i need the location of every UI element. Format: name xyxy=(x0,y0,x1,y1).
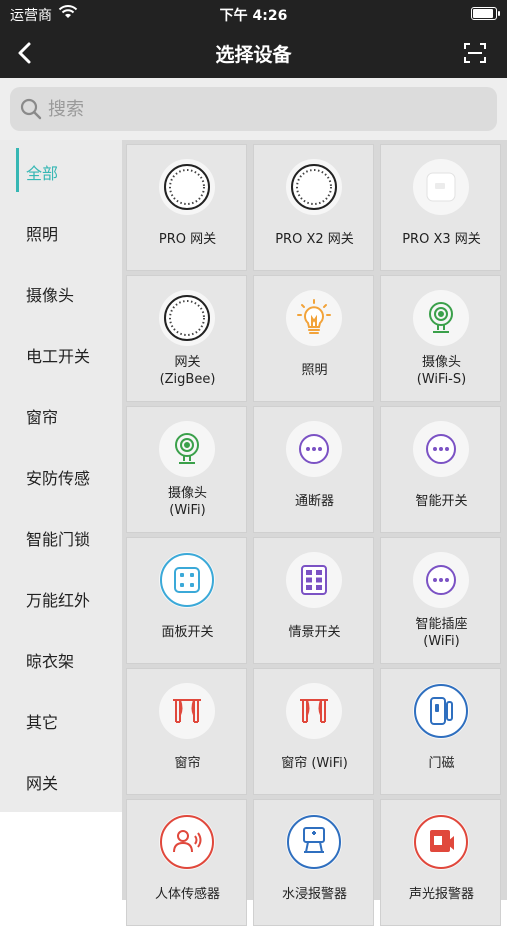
sidebar-item-smart-lock[interactable]: 智能门锁 xyxy=(0,506,122,567)
device-card-zigbee-gateway[interactable]: 网关 (ZigBee) xyxy=(126,275,247,402)
sidebar-item-camera[interactable]: 摄像头 xyxy=(0,262,122,323)
sidebar-item-universal-ir[interactable]: 万能红外 xyxy=(0,567,122,628)
device-label: 面板开关 xyxy=(161,625,214,640)
device-grid: PRO 网关 PRO X2 网关 PRO X3 网关 网关 (ZigBee) 照… xyxy=(122,140,507,926)
battery-icon xyxy=(471,7,500,20)
device-label: 摄像头 (WiFi-S) xyxy=(416,355,467,387)
device-card-siren-alarm[interactable]: 声光报警器 xyxy=(380,799,501,926)
sidebar-item-clothes-rack[interactable]: 晾衣架 xyxy=(0,628,122,689)
sidebar-item-label: 电工开关 xyxy=(26,347,91,366)
device-label: PRO 网关 xyxy=(158,232,217,247)
motion-sensor-icon xyxy=(159,814,215,870)
device-card-water-alarm[interactable]: 水浸报警器 xyxy=(253,799,374,926)
bulb-icon xyxy=(286,290,342,346)
sidebar-item-label: 窗帘 xyxy=(26,408,59,427)
sidebar-item-electrical-switch[interactable]: 电工开关 xyxy=(0,323,122,384)
curtain-icon xyxy=(159,683,215,739)
more-dots-icon xyxy=(413,552,469,608)
device-card-lighting[interactable]: 照明 xyxy=(253,275,374,402)
status-time: 下午 4:26 xyxy=(219,8,288,24)
sidebar-item-label: 万能红外 xyxy=(26,591,91,610)
search-box[interactable] xyxy=(10,87,497,131)
device-label: 人体传感器 xyxy=(154,887,220,902)
sidebar-item-label: 照明 xyxy=(26,225,59,244)
sidebar-item-label: 全部 xyxy=(26,164,59,183)
device-label: 门磁 xyxy=(428,756,455,771)
gateway-box-icon xyxy=(413,159,469,215)
device-label: PRO X3 网关 xyxy=(402,232,481,247)
device-label: 通断器 xyxy=(294,494,334,509)
device-card-pro-gateway[interactable]: PRO 网关 xyxy=(126,144,247,271)
sidebar-item-gateway[interactable]: 网关 xyxy=(0,750,122,811)
sidebar-item-curtain[interactable]: 窗帘 xyxy=(0,384,122,445)
device-card-curtain[interactable]: 窗帘 xyxy=(126,668,247,795)
more-dots-icon xyxy=(286,421,342,477)
sidebar-item-security-sensor[interactable]: 安防传感 xyxy=(0,445,122,506)
gateway-ring-icon xyxy=(159,159,215,215)
device-label: 水浸报警器 xyxy=(281,887,347,902)
device-card-breaker[interactable]: 通断器 xyxy=(253,406,374,533)
device-card-smart-switch[interactable]: 智能开关 xyxy=(380,406,501,533)
sidebar-item-label: 安防传感 xyxy=(26,469,91,488)
device-label: 网关 (ZigBee) xyxy=(159,355,216,387)
device-card-pro-x3-gateway[interactable]: PRO X3 网关 xyxy=(380,144,501,271)
sidebar-item-label: 摄像头 xyxy=(26,286,75,305)
navigation-bar: 选择设备 xyxy=(0,28,507,78)
device-label: PRO X2 网关 xyxy=(275,232,354,247)
sidebar-item-label: 网关 xyxy=(26,774,59,793)
device-card-smart-plug-wifi[interactable]: 智能插座 (WiFi) xyxy=(380,537,501,664)
search-icon xyxy=(20,98,42,120)
device-card-camera-wifi[interactable]: 摄像头 (WiFi) xyxy=(126,406,247,533)
camera-icon xyxy=(413,290,469,346)
device-label: 声光报警器 xyxy=(408,887,474,902)
device-label: 智能开关 xyxy=(415,494,468,509)
category-sidebar: 全部 照明 摄像头 电工开关 窗帘 安防传感 智能门锁 万能红外 晾衣架 其它 … xyxy=(0,140,122,812)
page-title: 选择设备 xyxy=(215,44,292,66)
gateway-ring-icon xyxy=(159,290,215,346)
device-label: 照明 xyxy=(301,363,328,378)
device-label: 情景开关 xyxy=(288,625,341,640)
camera-icon xyxy=(159,421,215,477)
curtain-icon xyxy=(286,683,342,739)
device-card-pro-x2-gateway[interactable]: PRO X2 网关 xyxy=(253,144,374,271)
scan-icon[interactable] xyxy=(463,41,487,65)
search-area xyxy=(0,78,507,140)
sidebar-item-other[interactable]: 其它 xyxy=(0,689,122,750)
device-card-door-sensor[interactable]: 门磁 xyxy=(380,668,501,795)
device-label: 摄像头 (WiFi) xyxy=(167,486,207,518)
device-card-scene-switch[interactable]: 情景开关 xyxy=(253,537,374,664)
water-alarm-icon xyxy=(286,814,342,870)
more-dots-icon xyxy=(413,421,469,477)
device-label: 窗帘 xyxy=(174,756,201,771)
device-card-camera-wifi-s[interactable]: 摄像头 (WiFi-S) xyxy=(380,275,501,402)
sidebar-item-label: 晾衣架 xyxy=(26,652,75,671)
sidebar-item-label: 其它 xyxy=(26,713,59,732)
sidebar-item-all[interactable]: 全部 xyxy=(0,140,122,201)
gateway-ring-icon xyxy=(286,159,342,215)
door-sensor-icon xyxy=(413,683,469,739)
status-bar: 运营商 下午 4:26 xyxy=(0,0,507,28)
device-card-motion-sensor[interactable]: 人体传感器 xyxy=(126,799,247,926)
panel-switch-icon xyxy=(159,552,215,608)
search-input[interactable] xyxy=(48,93,478,125)
device-label: 智能插座 (WiFi) xyxy=(415,617,468,649)
scene-switch-icon xyxy=(286,552,342,608)
device-card-panel-switch[interactable]: 面板开关 xyxy=(126,537,247,664)
device-label: 窗帘 (WiFi) xyxy=(281,756,348,771)
device-card-curtain-wifi[interactable]: 窗帘 (WiFi) xyxy=(253,668,374,795)
sidebar-item-lighting[interactable]: 照明 xyxy=(0,201,122,262)
siren-icon xyxy=(413,814,469,870)
sidebar-item-label: 智能门锁 xyxy=(26,530,91,549)
